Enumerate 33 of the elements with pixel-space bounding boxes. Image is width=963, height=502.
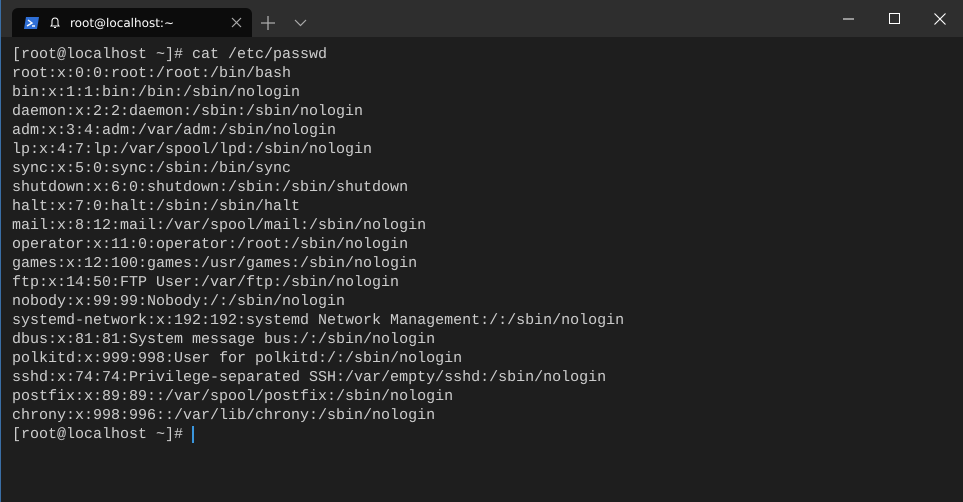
close-icon	[934, 12, 946, 24]
tab-title: root@localhost:~	[70, 16, 176, 30]
terminal-tab[interactable]: root@localhost:~	[12, 8, 252, 37]
plus-icon	[261, 16, 275, 30]
terminal-line: postfix:x:89:89::/var/spool/postfix:/sbin/nologin	[12, 387, 454, 406]
powershell-icon	[24, 16, 40, 30]
close-tab-button[interactable]	[231, 17, 242, 28]
terminal-line: systemd-network:x:192:192:systemd Network Management:/:/sbin/nologin	[12, 311, 624, 330]
shell-prompt: [root@localhost ~]#	[12, 425, 184, 444]
close-icon	[231, 17, 242, 28]
chevron-down-icon	[294, 18, 306, 26]
maximize-icon	[888, 13, 900, 24]
terminal-line: ftp:x:14:50:FTP User:/var/ftp:/sbin/nologin	[12, 273, 400, 292]
bell-icon	[50, 16, 60, 28]
terminal-line: dbus:x:81:81:System message bus:/:/sbin/nologin	[12, 330, 436, 349]
terminal-line: nobody:x:99:99:Nobody:/:/sbin/nologin	[12, 292, 346, 311]
terminal-line: [root@localhost ~]# cat /etc/passwd	[12, 45, 328, 64]
minimize-icon	[842, 18, 854, 20]
terminal-line: root:x:0:0:root:/root:/bin/bash	[12, 64, 292, 83]
terminal-line: mail:x:8:12:mail:/var/spool/mail:/sbin/nologin	[12, 216, 426, 235]
terminal-line: polkitd:x:999:998:User for polkitd:/:/sbin/nologin	[12, 349, 462, 368]
terminal-line: operator:x:11:0:operator:/root:/sbin/nologin	[12, 235, 408, 254]
terminal-line: chrony:x:998:996::/var/lib/chrony:/sbin/nologin	[12, 406, 436, 425]
terminal-line: bin:x:1:1:bin:/bin:/sbin/nologin	[12, 83, 300, 102]
terminal-line: shutdown:x:6:0:shutdown:/sbin:/sbin/shutdown	[12, 178, 408, 197]
terminal-line: daemon:x:2:2:daemon:/sbin:/sbin/nologin	[12, 102, 364, 121]
terminal-line: lp:x:4:7:lp:/var/spool/lpd:/sbin/nologin	[12, 140, 372, 159]
terminal-line: halt:x:7:0:halt:/sbin:/sbin/halt	[12, 197, 300, 216]
terminal-line: games:x:12:100:games:/usr/games:/sbin/nologin	[12, 254, 418, 273]
terminal-line: sshd:x:74:74:Privilege-separated SSH:/var/empty/sshd:/sbin/nologin	[12, 368, 606, 387]
terminal-line: adm:x:3:4:adm:/var/adm:/sbin/nologin	[12, 121, 336, 140]
text-cursor	[192, 426, 194, 443]
terminal-line: sync:x:5:0:sync:/sbin:/bin/sync	[12, 159, 292, 178]
